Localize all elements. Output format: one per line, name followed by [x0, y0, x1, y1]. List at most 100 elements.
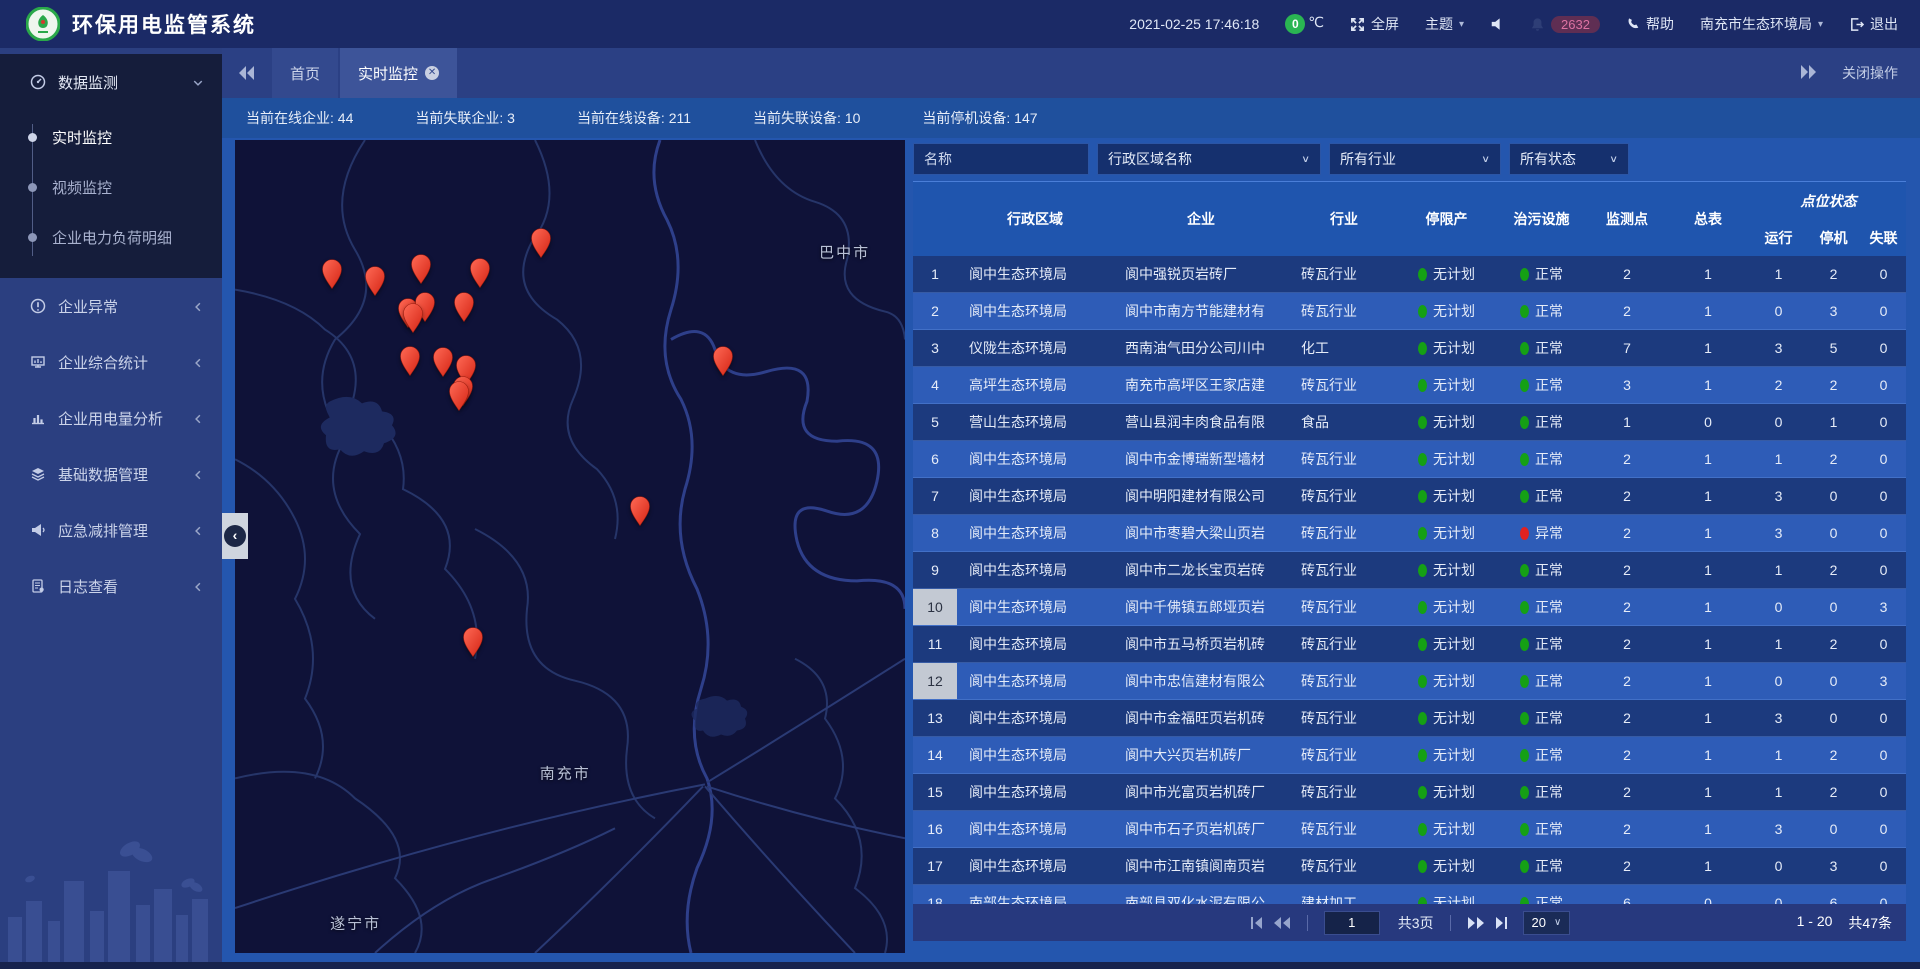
help-label: 帮助	[1646, 14, 1674, 34]
sidebar-item-企业异常[interactable]: 企业异常	[0, 278, 222, 334]
cell-row-number: 8	[913, 515, 957, 551]
theme-menu[interactable]: 主题 ▾	[1425, 14, 1464, 34]
map-collapse-button[interactable]: ‹	[222, 513, 248, 559]
table-row[interactable]: 4高坪生态环境局南充市高坪区王家店建砖瓦行业无计划正常31220	[913, 367, 1906, 404]
cell-stop: 2	[1806, 441, 1861, 477]
help-button[interactable]: 帮助	[1626, 14, 1674, 34]
table-row[interactable]: 11阆中生态环境局阆中市五马桥页岩机砖砖瓦行业无计划正常21120	[913, 626, 1906, 663]
cell-industry: 砖瓦行业	[1289, 552, 1399, 588]
sidebar-subitem-实时监控[interactable]: 实时监控	[0, 112, 222, 162]
map-pin[interactable]	[399, 345, 421, 379]
map-pin[interactable]	[321, 259, 343, 293]
sidebar-item-label: 企业异常	[58, 296, 192, 317]
table-row[interactable]: 18南部生态环境局南部县双化水泥有限公建材加工无计划正常60060	[913, 885, 1906, 904]
map-pin[interactable]	[469, 257, 491, 291]
tabs-scroll-left-button[interactable]	[222, 48, 272, 98]
status-filter-select[interactable]: 所有状态 ∨	[1509, 143, 1629, 175]
prev-page-button[interactable]	[1273, 916, 1291, 930]
cell-offline: 0	[1861, 737, 1906, 773]
table-row[interactable]: 7阆中生态环境局阆中明阳建材有限公司砖瓦行业无计划正常21300	[913, 478, 1906, 515]
status-dot-green	[1520, 416, 1529, 429]
sidebar-item-日志查看[interactable]: 日志查看	[0, 558, 222, 614]
sidebar-item-基础数据管理[interactable]: 基础数据管理	[0, 446, 222, 502]
status-text: 无计划	[1433, 338, 1475, 358]
cell-enterprise: 阆中大兴页岩机砖厂	[1113, 737, 1289, 773]
close-operations-button[interactable]: 关闭操作	[1842, 63, 1898, 83]
map-pin[interactable]	[530, 227, 552, 261]
table-row[interactable]: 16阆中生态环境局阆中市石子页岩机砖厂砖瓦行业无计划正常21300	[913, 811, 1906, 848]
header-datetime: 2021-02-25 17:46:18	[1129, 16, 1259, 32]
table-row[interactable]: 2阆中生态环境局阆中市南方节能建材有砖瓦行业无计划正常21030	[913, 293, 1906, 330]
sidebar-item-企业用电量分析[interactable]: 企业用电量分析	[0, 390, 222, 446]
cell-facility: 正常	[1494, 552, 1589, 588]
table-row[interactable]: 6阆中生态环境局阆中市金博瑞新型墙材砖瓦行业无计划正常21120	[913, 441, 1906, 478]
map-pin[interactable]	[402, 303, 424, 337]
sidebar-subitem-视频监控[interactable]: 视频监控	[0, 162, 222, 212]
next-page-button[interactable]	[1467, 916, 1485, 930]
table-row[interactable]: 14阆中生态环境局阆中大兴页岩机砖厂砖瓦行业无计划正常21120	[913, 737, 1906, 774]
filter-bar: 行政区域名称 ∨ 所有行业 ∨ 所有状态 ∨	[913, 143, 1906, 175]
map-pin[interactable]	[364, 266, 386, 300]
logout-button[interactable]: 退出	[1849, 14, 1898, 34]
cell-industry: 砖瓦行业	[1289, 811, 1399, 847]
sidebar-group: 企业综合统计	[0, 334, 222, 390]
status-dot-green	[1520, 786, 1529, 799]
cell-industry: 砖瓦行业	[1289, 663, 1399, 699]
cell-monitor: 1	[1589, 404, 1665, 440]
status-text: 正常	[1535, 486, 1563, 506]
cell-row-number: 9	[913, 552, 957, 588]
region-filter-select[interactable]: 行政区域名称 ∨	[1097, 143, 1321, 175]
status-text: 无计划	[1433, 264, 1475, 284]
tabs-scroll-right-button[interactable]	[1800, 65, 1816, 82]
sidebar-group: 企业用电量分析	[0, 390, 222, 446]
tab-首页[interactable]: 首页	[272, 48, 338, 98]
name-filter-input[interactable]	[913, 143, 1089, 175]
map-pin[interactable]	[410, 253, 432, 287]
map-pin[interactable]	[448, 381, 470, 415]
map-pin[interactable]	[629, 496, 651, 530]
cell-meter: 1	[1665, 700, 1751, 736]
chevron-left-icon	[192, 468, 204, 480]
table-row[interactable]: 17阆中生态环境局阆中市江南镇阆南页岩砖瓦行业无计划正常21030	[913, 848, 1906, 885]
table-row[interactable]: 1阆中生态环境局阆中强锐页岩砖厂砖瓦行业无计划正常21120	[913, 256, 1906, 293]
cell-region: 阆中生态环境局	[957, 478, 1113, 514]
notifications-button[interactable]: 2632	[1530, 16, 1600, 33]
first-page-button[interactable]	[1249, 916, 1265, 930]
temperature-badge: 0 ℃	[1285, 14, 1324, 34]
industry-filter-select[interactable]: 所有行业 ∨	[1329, 143, 1501, 175]
map-pin[interactable]	[453, 292, 475, 326]
sidebar-item-企业综合统计[interactable]: 企业综合统计	[0, 334, 222, 390]
table-row[interactable]: 12阆中生态环境局阆中市忠信建材有限公砖瓦行业无计划正常21003	[913, 663, 1906, 700]
chevron-left-icon	[192, 524, 204, 536]
table-row[interactable]: 5营山生态环境局营山县润丰肉食品有限食品无计划正常10010	[913, 404, 1906, 441]
table-row[interactable]: 13阆中生态环境局阆中市金福旺页岩机砖砖瓦行业无计划正常21300	[913, 700, 1906, 737]
table-row[interactable]: 8阆中生态环境局阆中市枣碧大梁山页岩砖瓦行业无计划异常21300	[913, 515, 1906, 552]
page-number-input[interactable]	[1324, 911, 1380, 935]
status-filter-value: 所有状态	[1520, 149, 1576, 169]
map-city-label: 遂宁市	[330, 912, 381, 933]
table-row[interactable]: 15阆中生态环境局阆中市光富页岩机砖厂砖瓦行业无计划正常21120	[913, 774, 1906, 811]
fullscreen-button[interactable]: 全屏	[1350, 14, 1399, 34]
table-row[interactable]: 3仪陇生态环境局西南油气田分公司川中化工无计划正常71350	[913, 330, 1906, 367]
sidebar-item-应急减排管理[interactable]: 应急减排管理	[0, 502, 222, 558]
sidebar-item-数据监测[interactable]: 数据监测	[0, 54, 222, 110]
map-pin[interactable]	[462, 627, 484, 661]
last-page-button[interactable]	[1493, 916, 1509, 930]
page-size-select[interactable]: 20 ∨	[1523, 911, 1571, 935]
map-pin[interactable]	[432, 347, 454, 381]
close-tab-icon[interactable]: ✕	[425, 66, 439, 80]
cell-run: 0	[1751, 885, 1806, 904]
cell-stop: 5	[1806, 330, 1861, 366]
cell-offline: 0	[1861, 700, 1906, 736]
user-org-menu[interactable]: 南充市生态环境局 ▾	[1700, 14, 1823, 34]
gauge-icon	[30, 74, 46, 90]
map-pin[interactable]	[712, 346, 734, 380]
sidebar-subitem-企业电力负荷明细[interactable]: 企业电力负荷明细	[0, 212, 222, 262]
table-row[interactable]: 9阆中生态环境局阆中市二龙长宝页岩砖砖瓦行业无计划正常21120	[913, 552, 1906, 589]
map-panel[interactable]: 巴中市南充市遂宁市 ‹	[235, 140, 905, 953]
status-dot-green	[1418, 564, 1427, 577]
status-dot-green	[1418, 638, 1427, 651]
tab-实时监控[interactable]: 实时监控✕	[340, 48, 457, 98]
table-row[interactable]: 10阆中生态环境局阆中千佛镇五郎垭页岩砖瓦行业无计划正常21003	[913, 589, 1906, 626]
mute-button[interactable]	[1490, 17, 1504, 31]
